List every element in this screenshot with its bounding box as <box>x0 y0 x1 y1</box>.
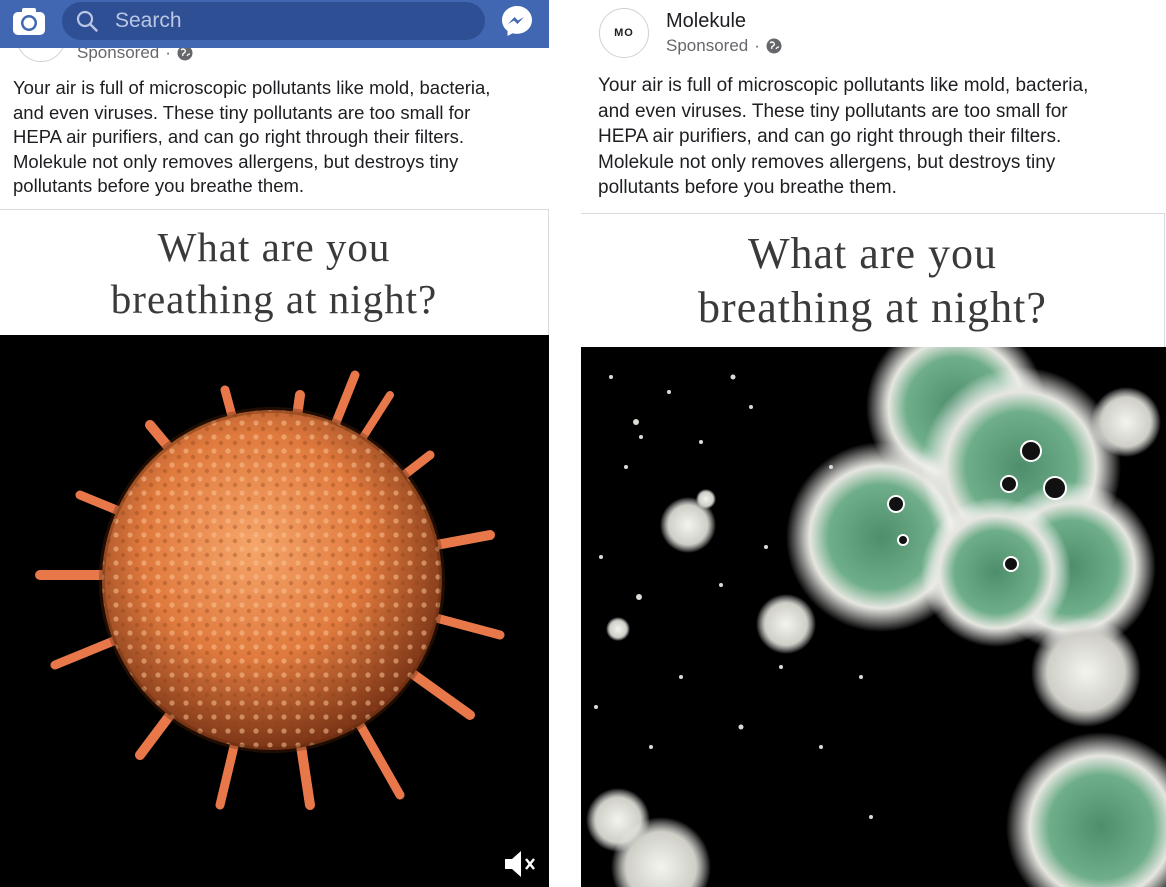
right-post-screenshot: MO Molekule Sponsored · Your air is full… <box>581 0 1166 887</box>
page-name[interactable]: Molekule <box>666 10 746 33</box>
muted-speaker-icon[interactable] <box>503 849 537 879</box>
virus-illustration <box>35 370 505 810</box>
ad-video[interactable] <box>581 347 1166 887</box>
ad-headline: What are you breathing at night? <box>0 209 549 336</box>
ad-video[interactable] <box>0 335 549 887</box>
post-meta: Sponsored · <box>666 36 782 56</box>
mold-illustration <box>586 347 1166 887</box>
camera-icon[interactable] <box>12 6 46 36</box>
search-input[interactable]: Search <box>62 2 485 40</box>
globe-icon <box>766 38 782 54</box>
search-placeholder: Search <box>115 9 182 32</box>
post-header: MO Molekule Sponsored · <box>581 0 1166 68</box>
post-caption: Your air is full of microscopic pollutan… <box>13 77 491 196</box>
left-post-screenshot: Search Sponsored · Your air is full of m… <box>0 0 549 887</box>
post-caption: Your air is full of microscopic pollutan… <box>598 75 1089 198</box>
ad-headline: What are you breathing at night? <box>581 213 1165 348</box>
page-avatar[interactable]: MO <box>599 8 649 58</box>
messenger-icon[interactable] <box>500 4 534 38</box>
top-navigation-bar: Search <box>0 0 549 48</box>
search-icon <box>76 10 98 32</box>
sponsored-label: Sponsored <box>666 36 749 55</box>
